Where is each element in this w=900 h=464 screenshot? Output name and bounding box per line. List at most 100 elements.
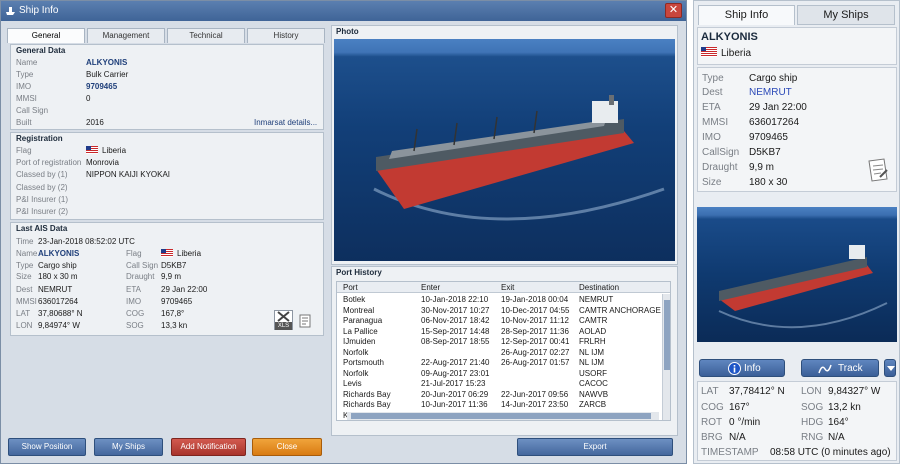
type-value: Bulk Carrier [86, 70, 129, 79]
table-row[interactable]: Paranagua 06-Nov-2017 18:42 10-Nov-2017 11… [337, 315, 662, 325]
tab-management[interactable]: Management [87, 28, 165, 43]
table-row[interactable]: Levis 21-Jul-2017 15:23 CACOC [337, 378, 662, 388]
close-window-button[interactable]: ✕ [665, 3, 682, 18]
table-row[interactable]: IJmuiden 08-Sep-2017 18:55 12-Sep-2017 00:… [337, 336, 662, 346]
table-cell: 28-Sep-2017 11:36 [501, 326, 569, 336]
table-row[interactable]: Norfolk 26-Aug-2017 02:27 NL IJM [337, 347, 662, 357]
tab-history[interactable]: History [247, 28, 325, 43]
table-cell: CAMTR [579, 316, 608, 325]
table-cell: CAMTR ANCHORAGE [579, 305, 661, 315]
table-row[interactable]: La Pallice 15-Sep-2017 14:48 28-Sep-2017 1… [337, 326, 662, 336]
side-tab-ship-info[interactable]: Ship Info [698, 5, 795, 25]
side-size-value: 180 x 30 [749, 177, 788, 188]
table-cell: 15-Sep-2017 14:48 [421, 326, 490, 336]
show-position-button[interactable]: Show Position [8, 438, 86, 456]
inmarsat-details-link[interactable]: Inmarsat details... [254, 118, 317, 127]
ais-sog-value: 13,3 kn [161, 321, 188, 330]
liberia-flag-icon [161, 249, 173, 257]
col-destination[interactable]: Destination [579, 283, 619, 292]
built-value: 2016 [86, 118, 104, 127]
table-cell: 09-Aug-2017 23:01 [421, 368, 490, 378]
side-sog-label: SOG [801, 402, 824, 413]
notes-icon[interactable] [866, 157, 890, 183]
side-lat-value: 37,78412° N [729, 386, 785, 397]
table-cell: NL IJM [579, 358, 605, 367]
scrollbar-thumb[interactable] [664, 300, 670, 370]
col-port[interactable]: Port [343, 283, 358, 292]
info-button[interactable]: Info [699, 359, 785, 377]
photo-title: Photo [336, 27, 359, 36]
table-cell: 20-Jun-2017 06:29 [421, 389, 489, 399]
side-tab-my-ships[interactable]: My Ships [797, 5, 895, 25]
table-cell: 30-Nov-2017 10:27 [421, 305, 490, 315]
table-cell: NEMRUT [579, 295, 614, 304]
ais-draught-value: 9,9 m [161, 272, 182, 281]
side-dest-label: Dest [702, 87, 723, 98]
port-history-table: Port Enter Exit Destination Botlek 10-Jan… [336, 281, 671, 421]
table-row[interactable]: Portsmouth 22-Aug-2017 21:40 26-Aug-2017 0… [337, 357, 662, 367]
side-cog-label: COG [701, 402, 724, 413]
table-row[interactable]: Richards Bay 10-Jun-2017 11:36 14-Jun-2017… [337, 399, 662, 409]
ais-lon-label: LON [16, 321, 33, 330]
mmsi-value: 0 [86, 94, 91, 103]
imo-label: IMO [16, 82, 32, 91]
classed-by-2-label: Classed by (2) [16, 183, 68, 192]
side-cog-value: 167° [729, 402, 750, 413]
ais-imo-value: 9709465 [161, 297, 193, 306]
ais-mmsi-label: MMSI [16, 297, 37, 306]
table-cell: USORF [579, 368, 607, 378]
table-row[interactable]: Botlek 10-Jan-2018 22:10 19-Jan-2018 00:04… [337, 294, 662, 304]
ship-photo [334, 39, 675, 261]
details-icon[interactable] [298, 314, 312, 328]
title-bar: Ship Info ✕ [1, 1, 686, 21]
side-eta-label: ETA [702, 102, 721, 113]
side-type-value: Cargo ship [749, 73, 798, 84]
table-row[interactable]: Norfolk 09-Aug-2017 23:01 USORF [337, 368, 662, 378]
table-cell: NL IJM [579, 347, 605, 357]
col-exit[interactable]: Exit [501, 283, 514, 292]
ais-draught-label: Draught [126, 272, 155, 281]
table-row[interactable]: Richards Bay 20-Jun-2017 06:29 22-Jun-2017… [337, 389, 662, 399]
ais-name-label: Name [16, 249, 38, 258]
side-draught-label: Draught [702, 162, 738, 173]
side-brg-label: BRG [701, 432, 723, 443]
table-cell: NAWVB [579, 389, 609, 399]
side-flag: Liberia [701, 47, 751, 59]
side-panel: Ship Info My Ships ALKYONIS Liberia Type… [693, 0, 900, 464]
ais-name-value: ALKYONIS [38, 249, 80, 258]
port-of-registration-value: Monrovia [86, 158, 119, 167]
ais-time-label: Time [16, 237, 34, 246]
ais-size-value: 180 x 30 m [38, 272, 78, 281]
ais-flag-value: Liberia [161, 249, 201, 258]
side-imo-value: 9709465 [749, 132, 788, 143]
my-ships-button[interactable]: My Ships [94, 438, 163, 456]
liberia-flag-icon [701, 47, 717, 57]
export-button[interactable]: Export [517, 438, 673, 456]
table-cell: 22-Aug-2017 21:40 [421, 358, 490, 367]
tab-technical[interactable]: Technical [167, 28, 245, 43]
table-cell: Portsmouth [343, 358, 384, 367]
table-cell: Paranagua [343, 316, 383, 325]
scrollbar-thumb[interactable] [351, 413, 651, 419]
side-lon-label: LON [801, 386, 822, 397]
table-cell: ZARCB [579, 400, 607, 409]
table-row[interactable]: Montreal 30-Nov-2017 10:27 10-Dec-2017 04:… [337, 305, 662, 315]
track-dropdown-button[interactable] [884, 359, 896, 377]
track-button[interactable]: Track [801, 359, 879, 377]
side-details-box: Type Cargo ship Dest NEMRUT ETA 29 Jan 2… [697, 67, 897, 192]
side-dest-value[interactable]: NEMRUT [749, 87, 792, 98]
ais-eta-value: 29 Jan 22:00 [161, 285, 208, 294]
add-notification-button[interactable]: Add Notification [171, 438, 246, 456]
vertical-scrollbar[interactable] [662, 294, 670, 420]
close-button[interactable]: Close [252, 438, 322, 456]
col-enter[interactable]: Enter [421, 283, 440, 292]
ais-callsign-label: Call Sign [126, 261, 159, 270]
tab-general[interactable]: General [7, 28, 85, 43]
side-imo-label: IMO [702, 132, 721, 143]
side-hdg-label: HDG [801, 417, 824, 428]
table-cell: La Pallice [343, 326, 378, 336]
table-cell: CACOC [579, 379, 608, 388]
horizontal-scrollbar[interactable] [347, 412, 659, 420]
export-xls-button[interactable]: XLS [274, 310, 293, 330]
table-cell: Norfolk [343, 347, 369, 357]
